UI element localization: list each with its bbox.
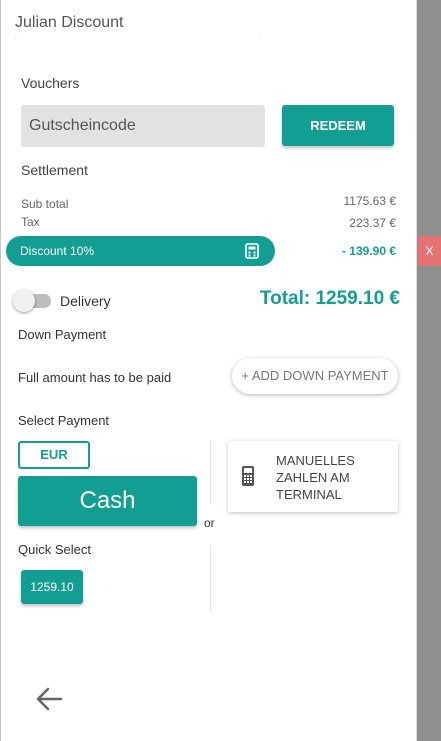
redeem-button[interactable]: REDEEM <box>282 105 394 146</box>
remove-discount-button[interactable]: X <box>418 236 441 266</box>
total-amount: Total: 1259.10 € <box>259 288 400 309</box>
card-terminal-icon <box>240 465 256 492</box>
arrow-left-icon[interactable] <box>35 686 63 717</box>
delivery-toggle-knob[interactable] <box>13 290 35 312</box>
customer-name: Julian Discount <box>15 14 124 31</box>
divider-bottom <box>210 545 211 611</box>
divider-top <box>210 440 211 504</box>
discount-label: Discount 10% <box>20 244 95 258</box>
tax-value: 223.37 € <box>349 216 396 230</box>
terminal-payment-button[interactable]: MANUELLES ZAHLEN AM TERMINAL <box>228 441 398 512</box>
quick-amount-button[interactable]: 1259.10 <box>21 570 83 604</box>
discount-value: - 139.90 € <box>341 244 396 258</box>
customer-address: , . <box>15 34 381 40</box>
settlement-heading: Settlement <box>21 162 88 178</box>
terminal-payment-label: MANUELLES ZAHLEN AM TERMINAL <box>276 453 355 502</box>
subtotal-label: Sub total <box>21 197 69 211</box>
calculator-icon[interactable] <box>245 243 259 264</box>
currency-button[interactable]: EUR <box>18 441 90 469</box>
tax-label: Tax <box>21 215 40 229</box>
checkout-panel: Julian Discount , . Vouchers REDEEM Sett… <box>0 0 417 741</box>
select-payment-heading: Select Payment <box>18 413 110 428</box>
voucher-code-input[interactable] <box>21 105 265 147</box>
down-payment-heading: Down Payment <box>18 327 107 342</box>
cash-button[interactable]: Cash <box>18 476 197 526</box>
subtotal-value: 1175.63 € <box>343 194 397 208</box>
down-payment-note: Full amount has to be paid <box>18 370 172 385</box>
discount-pill[interactable]: Discount 10% <box>6 236 275 266</box>
or-separator: or <box>204 516 215 530</box>
quick-select-heading: Quick Select <box>18 542 91 557</box>
delivery-label: Delivery <box>60 293 111 309</box>
vouchers-heading: Vouchers <box>21 75 80 91</box>
add-down-payment-button[interactable]: + ADD DOWN PAYMENT <box>232 358 398 394</box>
